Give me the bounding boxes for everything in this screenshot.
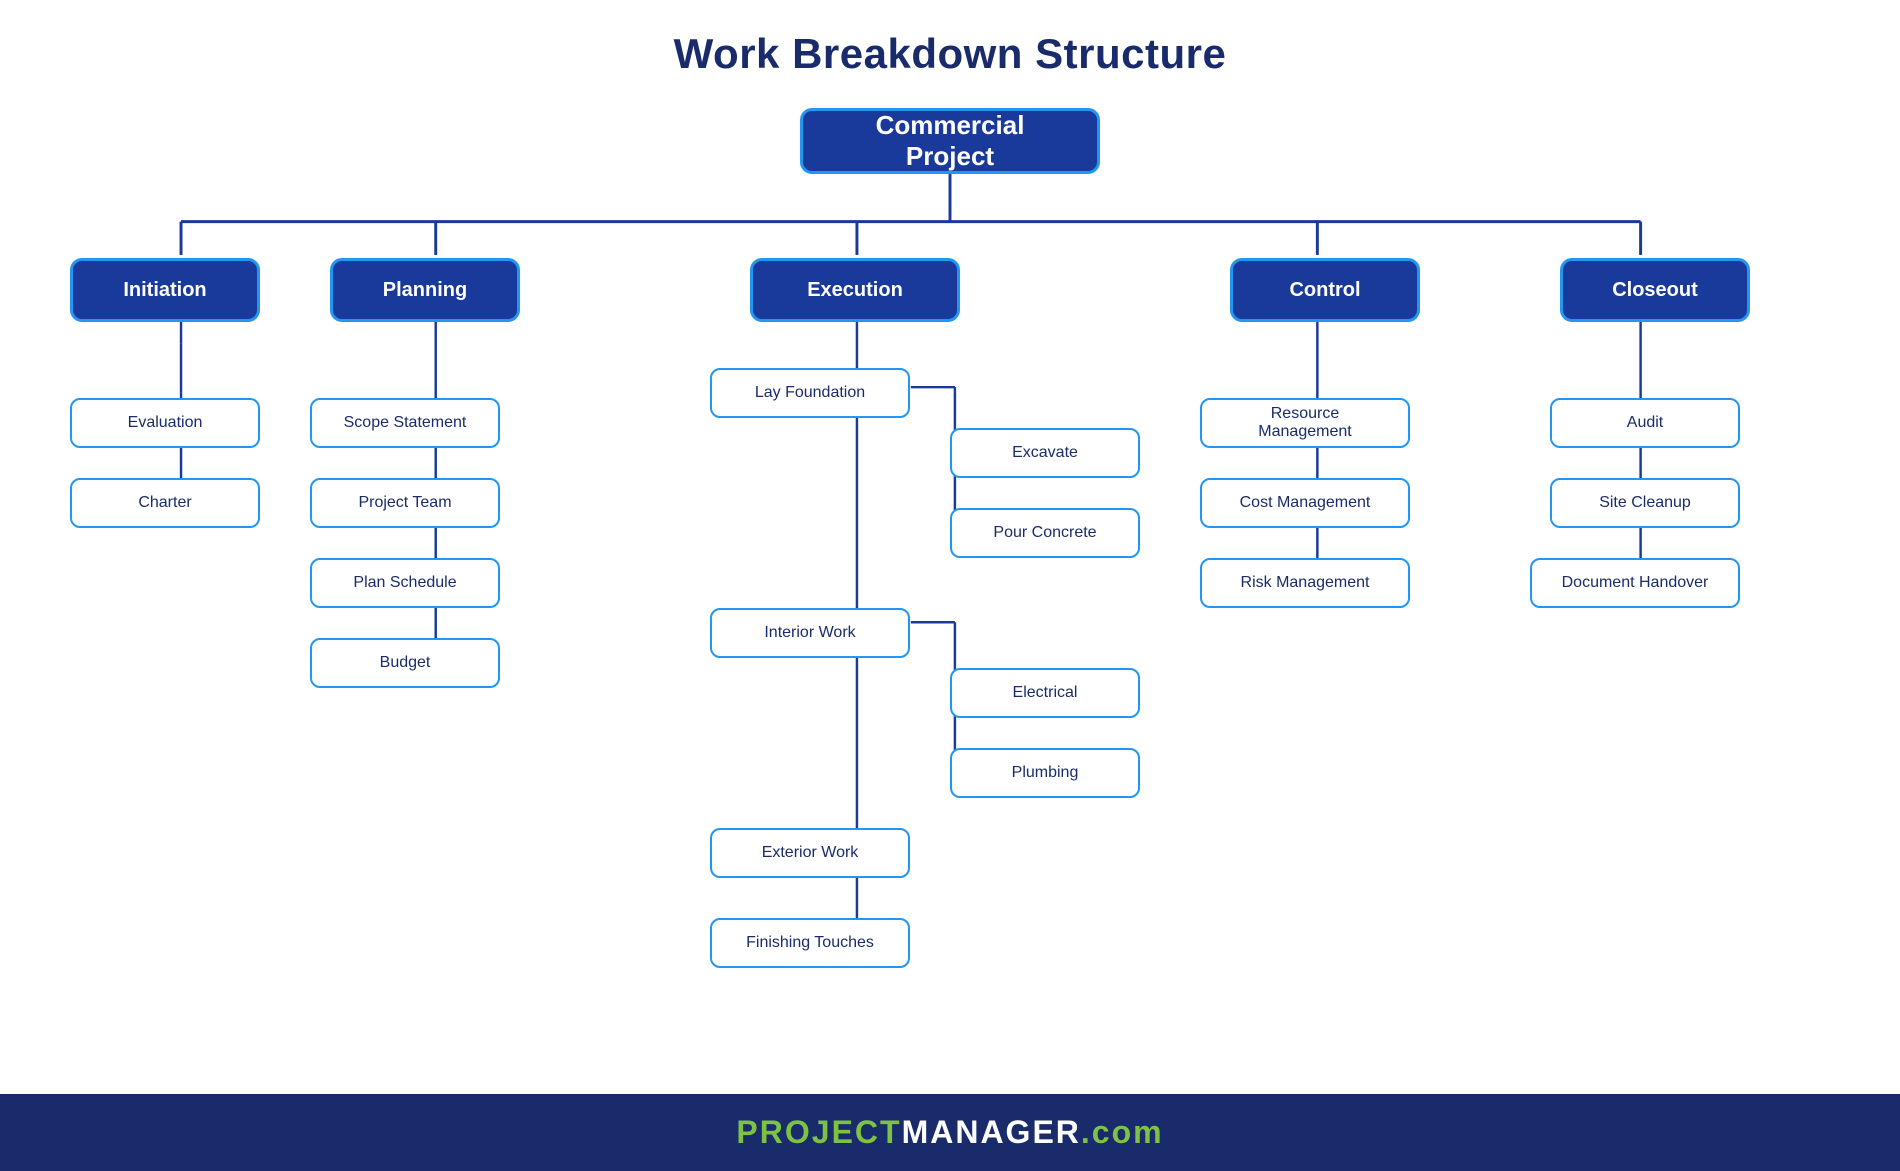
footer-project: PROJECT (736, 1114, 901, 1150)
node-project-team: Project Team (310, 478, 500, 528)
node-cost-management: Cost Management (1200, 478, 1410, 528)
node-scope: Scope Statement (310, 398, 500, 448)
nodes-layer: Commercial Project Initiation Planning E… (40, 108, 1860, 1068)
level1-planning: Planning (330, 258, 520, 322)
level1-closeout: Closeout (1560, 258, 1750, 322)
node-risk-management: Risk Management (1200, 558, 1410, 608)
node-audit: Audit (1550, 398, 1740, 448)
node-document-handover: Document Handover (1530, 558, 1740, 608)
node-resource-management: Resource Management (1200, 398, 1410, 448)
node-plan-schedule: Plan Schedule (310, 558, 500, 608)
node-exterior-work: Exterior Work (710, 828, 910, 878)
page-title: Work Breakdown Structure (674, 30, 1227, 78)
node-plumbing: Plumbing (950, 748, 1140, 798)
footer-brand: PROJECTMANAGER.com (736, 1114, 1163, 1151)
node-finishing-touches: Finishing Touches (710, 918, 910, 968)
node-site-cleanup: Site Cleanup (1550, 478, 1740, 528)
node-evaluation: Evaluation (70, 398, 260, 448)
node-interior-work: Interior Work (710, 608, 910, 658)
node-budget: Budget (310, 638, 500, 688)
wbs-diagram: Commercial Project Initiation Planning E… (40, 108, 1860, 1068)
node-excavate: Excavate (950, 428, 1140, 478)
level1-initiation: Initiation (70, 258, 260, 322)
footer: PROJECTMANAGER.com (0, 1094, 1900, 1171)
level1-execution: Execution (750, 258, 960, 322)
main-content: Work Breakdown Structure (0, 0, 1900, 1094)
footer-dotcom: .com (1081, 1114, 1164, 1150)
footer-manager: MANAGER (902, 1114, 1081, 1150)
root-node: Commercial Project (800, 108, 1100, 174)
level1-control: Control (1230, 258, 1420, 322)
node-charter: Charter (70, 478, 260, 528)
node-electrical: Electrical (950, 668, 1140, 718)
node-lay-foundation: Lay Foundation (710, 368, 910, 418)
node-pour-concrete: Pour Concrete (950, 508, 1140, 558)
